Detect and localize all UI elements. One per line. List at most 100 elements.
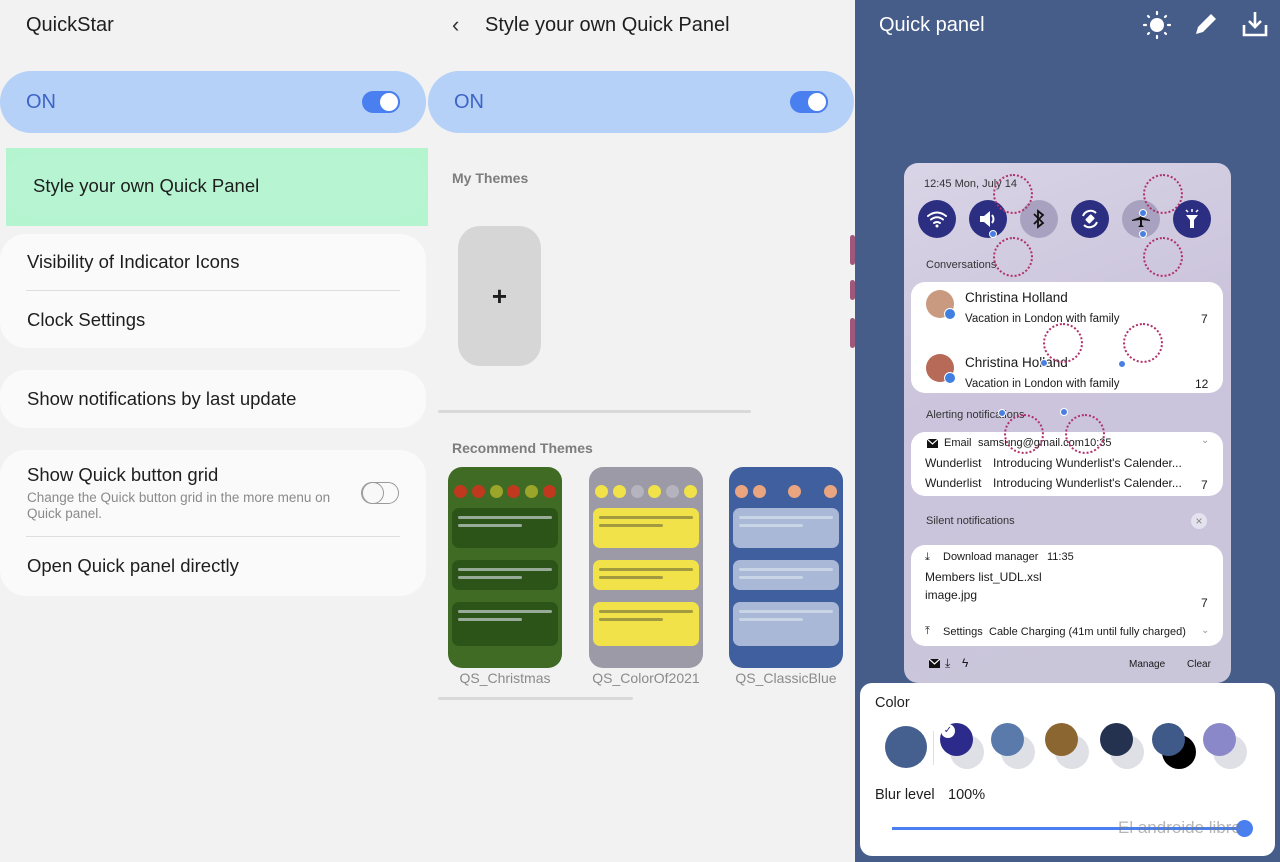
download-count: 7 [1201,596,1208,610]
notification-count: 7 [1201,478,1208,492]
mini-tile [752,485,766,498]
settings-card-2: Show notifications by last update [0,370,426,428]
lightning-icon: ϟ [962,656,969,670]
message-badge-icon [944,372,956,384]
mini-tile [524,485,538,498]
recommend-themes-heading: Recommend Themes [452,440,593,456]
download-file: image.jpg [925,588,978,602]
mini-card [733,602,839,646]
edit-pencil-icon[interactable] [1192,10,1220,38]
chevron-left-icon[interactable]: ‹ [452,12,459,38]
download-small-icon: ⤓ [925,551,930,563]
drag-handle[interactable] [1139,230,1147,238]
menu-item-clock-settings[interactable]: Clock Settings [0,291,426,348]
drag-target-ring [1143,237,1183,277]
theme-thumbnail[interactable] [729,467,843,668]
chevron-down-icon[interactable]: ⌄ [1201,435,1209,446]
menu-item-label: Style your own Quick Panel [33,175,260,196]
clear-button[interactable]: Clear [1187,659,1211,670]
color-swatch[interactable] [991,723,1024,756]
drag-handle[interactable] [1040,359,1048,367]
drag-handle[interactable] [998,409,1006,417]
drag-handle[interactable] [1060,408,1068,416]
notification-text: Introducing Wunderlist's Calender... [993,476,1182,490]
chevron-down-icon[interactable]: ⌄ [1201,625,1209,636]
mini-card [593,602,699,646]
mini-tile [612,485,626,498]
mini-tile [788,485,802,498]
notification-app: Wunderlist [925,456,982,470]
color-swatch[interactable] [1045,723,1078,756]
blur-value: 100% [948,787,986,803]
scrollbar[interactable] [438,410,751,413]
menu-item-label: Open Quick panel directly [27,555,239,576]
theme-name: QS_ClassicBlue [735,670,837,686]
mini-tile [665,485,679,498]
menu-item-style-quick-panel[interactable]: Style your own Quick Panel [6,154,426,218]
conversation-name: Christina Holland [965,290,1068,305]
color-panel: Color ✓ Blur level 100% El androide libr… [860,683,1275,856]
themes-scrollbar[interactable] [438,697,633,700]
mini-tile [595,485,609,498]
mini-tile [471,485,485,498]
settings-app: Settings [943,626,983,638]
mini-tile [648,485,662,498]
master-toggle[interactable] [790,91,828,113]
theme-thumbnail[interactable] [448,467,562,668]
conversation-count: 12 [1195,377,1209,391]
mini-tile [507,485,521,498]
flashlight-icon [1185,209,1199,228]
mini-tile [823,485,837,498]
theme-thumbnail[interactable] [589,467,703,668]
notification-app: Wunderlist [925,476,982,490]
upload-small-icon: ⤒ [925,625,930,637]
menu-item-show-quick-button-grid[interactable]: Show Quick button grid Change the Quick … [0,450,426,536]
drag-target-ring [1123,323,1163,363]
silent-card: ⤓ Download manager 11:35 Members list_UD… [911,545,1223,646]
wifi-tile[interactable] [918,200,956,238]
settings-text: Cable Charging (41m until fully charged) [989,626,1186,638]
style-quick-panel-pane: ‹ Style your own Quick Panel ON My Theme… [428,0,855,862]
color-swatch[interactable]: ✓ [940,723,973,756]
menu-item-open-quick-panel-directly[interactable]: Open Quick panel directly [0,537,426,595]
drag-target-ring [1043,323,1083,363]
wifi-icon [927,211,947,228]
mini-card [452,602,558,646]
quick-panel-preview: 12:45 Mon, July 14 Conversations Christi… [904,163,1231,683]
menu-item-visibility-indicator-icons[interactable]: Visibility of Indicator Icons [0,234,426,290]
mini-tile [683,485,697,498]
color-swatch[interactable] [1100,723,1133,756]
check-icon: ✓ [941,724,955,738]
download-icon-small: ⤓ [945,656,951,670]
manage-button[interactable]: Manage [1129,659,1165,670]
quickstar-pane: QuickStar ON Style your own Quick Panel … [0,0,434,862]
my-themes-heading: My Themes [452,170,529,186]
mini-tile [542,485,556,498]
close-icon[interactable]: × [1191,513,1207,529]
conversation-count: 7 [1201,312,1208,326]
auto-rotate-icon [1082,209,1098,229]
quick-button-grid-toggle[interactable] [361,481,399,504]
app-title: QuickStar [26,14,114,36]
menu-item-show-notifications-last-update[interactable]: Show notifications by last update [0,370,426,428]
drag-handle[interactable] [1139,209,1147,217]
master-switch-bar[interactable]: ON [0,71,426,133]
drag-handle[interactable] [989,230,997,238]
drag-handle[interactable] [1118,360,1126,368]
brightness-icon[interactable] [1142,10,1172,40]
watermark: El androide libre [1118,818,1241,837]
current-color-swatch[interactable] [885,726,927,768]
theme-name: QS_Christmas [459,670,551,686]
add-theme-button[interactable]: + [458,226,541,366]
drag-target-ring [1065,414,1105,454]
color-swatch[interactable] [1152,723,1185,756]
menu-item-label: Visibility of Indicator Icons [27,251,240,272]
master-switch-bar[interactable]: ON [428,71,854,133]
drag-target-ring [993,174,1033,214]
master-toggle[interactable] [362,91,400,113]
color-swatch[interactable] [1203,723,1236,756]
page-title: Style your own Quick Panel [485,14,730,36]
auto-rotate-tile[interactable] [1071,200,1109,238]
mini-tile [454,485,468,498]
download-icon[interactable] [1241,10,1269,38]
